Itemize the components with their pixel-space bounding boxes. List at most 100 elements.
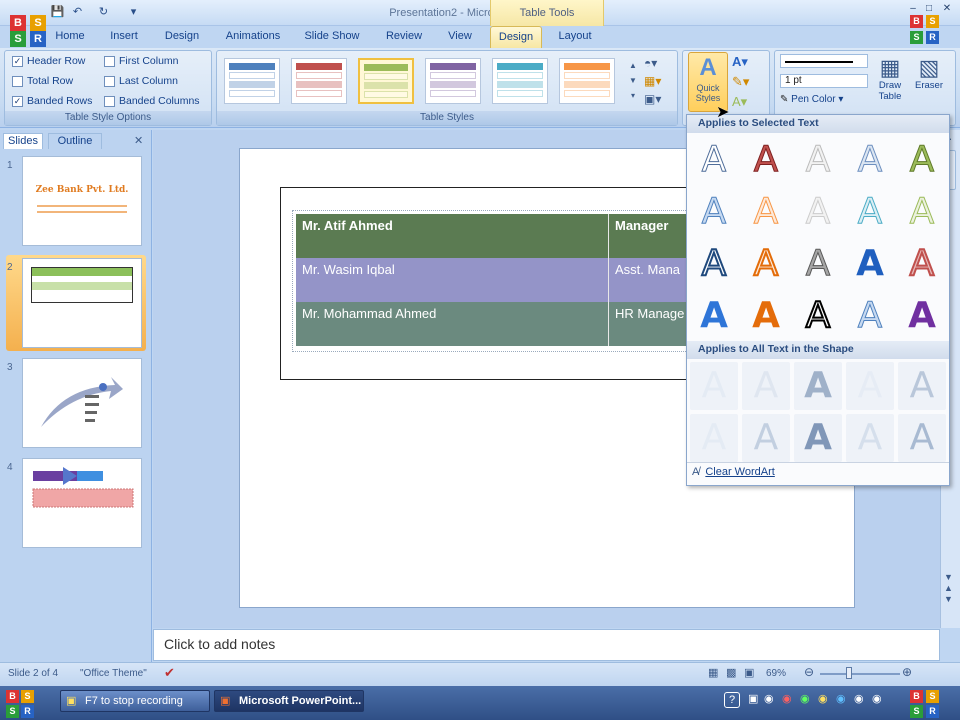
- tray-icon-f[interactable]: ◉: [836, 692, 846, 705]
- zoom-in-icon[interactable]: ⊕: [902, 665, 912, 679]
- tab-view[interactable]: View: [440, 26, 480, 48]
- last-column-checkbox[interactable]: [104, 75, 115, 87]
- pen-weight-select[interactable]: 1 pt: [780, 74, 868, 88]
- tray-icon-c[interactable]: ◉: [782, 692, 792, 705]
- pen-color-button[interactable]: ✎ Pen Color ▾: [780, 94, 843, 105]
- wordart-style-option[interactable]: A: [846, 188, 894, 236]
- wordart-shape-style-option[interactable]: A: [690, 414, 738, 462]
- banded-columns-option[interactable]: Banded Columns: [104, 95, 200, 107]
- text-outline-icon[interactable]: ✎▾: [732, 74, 749, 90]
- wordart-style-option[interactable]: A: [690, 240, 738, 288]
- wordart-style-option[interactable]: A: [794, 292, 842, 340]
- table-cell-role[interactable]: HR Manage: [609, 302, 687, 346]
- tray-icon-e[interactable]: ◉: [818, 692, 828, 705]
- borders-icon[interactable]: ▦▾: [644, 74, 672, 90]
- start-logo-b[interactable]: B: [6, 690, 19, 703]
- wordart-style-option[interactable]: A: [794, 240, 842, 288]
- wordart-style-option[interactable]: A: [846, 240, 894, 288]
- table-style-swatch[interactable]: [425, 58, 481, 104]
- spelling-check-icon[interactable]: ✔: [164, 665, 175, 681]
- slide-thumbnail-4[interactable]: [22, 458, 142, 548]
- first-column-option[interactable]: First Column: [104, 55, 179, 67]
- wordart-shape-style-option[interactable]: A: [690, 362, 738, 410]
- slide-thumbnail-2[interactable]: [22, 258, 142, 348]
- slide-thumbnail-1[interactable]: Zee Bank Pvt. Ltd.: [22, 156, 142, 246]
- tray-icon-d[interactable]: ◉: [800, 692, 810, 705]
- wordart-shape-style-option[interactable]: A: [846, 362, 894, 410]
- tray-icon-g[interactable]: ◉: [854, 692, 864, 705]
- effects-icon[interactable]: ▣▾: [644, 92, 672, 108]
- tray-icon-a[interactable]: ▣: [748, 692, 758, 705]
- tab-animations[interactable]: Animations: [218, 26, 288, 48]
- tab-table-layout[interactable]: Layout: [550, 26, 600, 48]
- banded-columns-checkbox[interactable]: [104, 95, 115, 107]
- tab-table-design[interactable]: Design: [490, 26, 542, 48]
- tab-design[interactable]: Design: [156, 26, 208, 48]
- gallery-scroll[interactable]: ▲ ▼ ▾: [628, 58, 638, 104]
- wordart-style-option[interactable]: A: [742, 136, 790, 184]
- banded-rows-option[interactable]: ✓ Banded Rows: [12, 95, 92, 107]
- table-cell-role[interactable]: Asst. Mana: [609, 258, 687, 302]
- wordart-style-option[interactable]: A: [742, 240, 790, 288]
- header-row-checkbox[interactable]: ✓: [12, 55, 23, 67]
- zoom-slider-track[interactable]: [820, 673, 900, 675]
- wordart-shape-style-option[interactable]: A: [794, 362, 842, 410]
- first-column-checkbox[interactable]: [104, 55, 115, 67]
- wordart-style-option[interactable]: A: [898, 188, 946, 236]
- wordart-style-option[interactable]: A: [742, 188, 790, 236]
- wordart-style-option[interactable]: A: [794, 136, 842, 184]
- last-column-option[interactable]: Last Column: [104, 75, 178, 87]
- tab-slide-show[interactable]: Slide Show: [298, 26, 366, 48]
- maximize-icon[interactable]: □: [922, 3, 936, 15]
- wordart-style-option[interactable]: A: [742, 292, 790, 340]
- pen-style-select[interactable]: [780, 54, 868, 68]
- total-row-option[interactable]: Total Row: [12, 75, 73, 87]
- draw-table-button[interactable]: ▦ Draw Table: [874, 56, 906, 103]
- wordart-style-option[interactable]: A: [898, 292, 946, 340]
- table-style-swatch[interactable]: [492, 58, 548, 104]
- table-cell-name[interactable]: Mr. Wasim Iqbal: [296, 258, 608, 302]
- text-effects-icon[interactable]: A▾: [732, 94, 747, 110]
- table-cell-name[interactable]: Mr. Atif Ahmed: [296, 214, 608, 258]
- tab-insert[interactable]: Insert: [100, 26, 148, 48]
- tab-outline[interactable]: Outline: [48, 133, 102, 149]
- scroll-down-icon[interactable]: ▼ ▲ ▼: [944, 572, 953, 605]
- wordart-style-option[interactable]: A: [846, 292, 894, 340]
- banded-rows-checkbox[interactable]: ✓: [12, 95, 23, 107]
- wordart-shape-style-option[interactable]: A: [898, 414, 946, 462]
- minimize-icon[interactable]: –: [906, 3, 920, 15]
- office-button-r[interactable]: R: [30, 31, 46, 47]
- total-row-checkbox[interactable]: [12, 75, 23, 87]
- slide-thumbnail-3[interactable]: [22, 358, 142, 448]
- table-style-swatch[interactable]: [291, 58, 347, 104]
- help-icon[interactable]: ?: [724, 692, 740, 708]
- wordart-shape-style-option[interactable]: A: [898, 362, 946, 410]
- wordart-style-option[interactable]: A: [690, 292, 738, 340]
- wordart-style-option[interactable]: A: [898, 240, 946, 288]
- wordart-style-option[interactable]: A: [846, 136, 894, 184]
- close-pane-icon[interactable]: ✕: [134, 134, 143, 147]
- table-style-swatch[interactable]: [559, 58, 615, 104]
- table-cell-role[interactable]: Manager: [609, 214, 687, 258]
- slide-sorter-icon[interactable]: ▩: [726, 666, 736, 679]
- zoom-level[interactable]: 69%: [766, 668, 786, 679]
- table-style-swatch[interactable]: [358, 58, 414, 104]
- start-logo-s[interactable]: S: [21, 690, 34, 703]
- zoom-slider-handle[interactable]: [846, 667, 852, 679]
- shading-icon[interactable]: ◓▾: [644, 56, 672, 72]
- wordart-style-option[interactable]: A: [898, 136, 946, 184]
- wordart-style-option[interactable]: A: [794, 188, 842, 236]
- notes-pane[interactable]: Click to add notes: [153, 629, 940, 661]
- zoom-out-icon[interactable]: ⊖: [804, 665, 814, 679]
- header-row-option[interactable]: ✓ Header Row: [12, 55, 85, 67]
- slide-show-icon[interactable]: ▣: [744, 666, 754, 679]
- tab-slides[interactable]: Slides: [3, 133, 43, 149]
- wordart-shape-style-option[interactable]: A: [742, 362, 790, 410]
- tab-home[interactable]: Home: [50, 26, 90, 48]
- wordart-shape-style-option[interactable]: A: [742, 414, 790, 462]
- start-logo-s2[interactable]: S: [6, 705, 19, 718]
- tab-review[interactable]: Review: [376, 26, 432, 48]
- tray-icon-h[interactable]: ◉: [872, 692, 882, 705]
- taskbar-item-recorder[interactable]: ▣ F7 to stop recording: [60, 690, 210, 712]
- wordart-shape-style-option[interactable]: A: [846, 414, 894, 462]
